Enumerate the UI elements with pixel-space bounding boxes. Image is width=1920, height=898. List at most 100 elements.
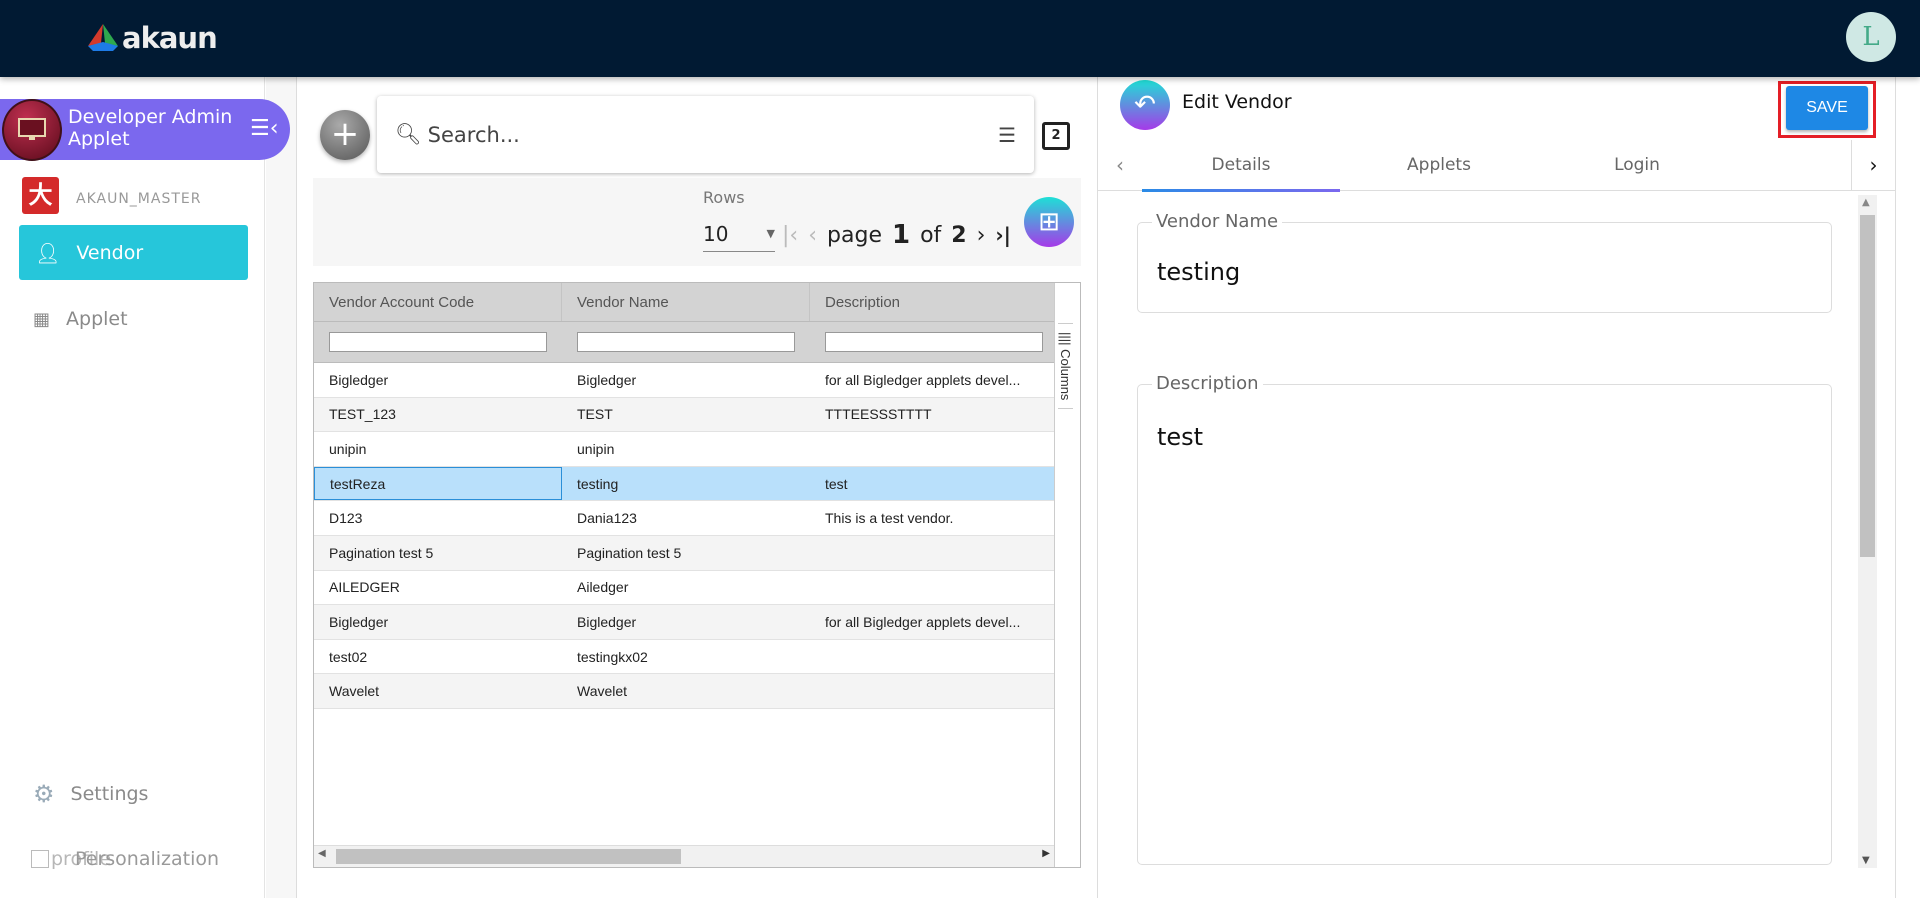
table-cell[interactable]: TTTEESSSTTTT: [810, 398, 1058, 432]
back-button[interactable]: ↶: [1120, 80, 1170, 130]
column-toggle-icon[interactable]: 2: [1042, 122, 1070, 150]
filter-account-code[interactable]: [329, 332, 547, 352]
description-input[interactable]: test: [1157, 423, 1203, 451]
table-cell[interactable]: This is a test vendor.: [810, 501, 1058, 535]
scrollbar-thumb[interactable]: [1860, 215, 1875, 557]
table-cell[interactable]: Bigledger: [314, 605, 562, 639]
vertical-scrollbar[interactable]: ▲ ▼: [1858, 195, 1877, 868]
table-cell[interactable]: Bigledger: [314, 363, 562, 397]
scroll-up-icon[interactable]: ▲: [1862, 197, 1870, 208]
column-header[interactable]: Description: [810, 283, 1058, 321]
grid-view-button[interactable]: ⊞: [1024, 197, 1074, 247]
table-cell[interactable]: Bigledger: [562, 605, 810, 639]
table-cell[interactable]: for all Bigledger applets devel...: [810, 605, 1058, 639]
table-cell[interactable]: TEST: [562, 398, 810, 432]
panel-border: [1895, 77, 1896, 898]
logo-triangle-icon: [88, 24, 118, 51]
table-row[interactable]: Pagination test 5 Pagination test 5: [314, 535, 1080, 571]
org-name: AKAUN_MASTER: [76, 191, 202, 207]
table-row[interactable]: AILEDGER Ailedger: [314, 571, 1080, 606]
vendor-name-field[interactable]: Vendor Name testing: [1137, 211, 1832, 313]
scroll-right-icon[interactable]: ▶: [1042, 848, 1050, 859]
table-cell[interactable]: TEST_123: [314, 398, 562, 432]
table-cell[interactable]: Pagination test 5: [314, 536, 562, 570]
page-navigation: |‹ ‹ page 1 of 2 › ›|: [782, 220, 1011, 250]
monitor-icon: [2, 99, 62, 161]
akaun-logo[interactable]: akaun: [88, 20, 218, 56]
tabs-scroll-left-icon[interactable]: ‹: [1098, 153, 1142, 177]
tabs-scroll-right-icon[interactable]: ›: [1851, 140, 1895, 190]
personalization-link[interactable]: profile Personalization: [31, 848, 219, 870]
table-cell[interactable]: test: [810, 467, 1058, 501]
sidebar-gutter: [266, 77, 297, 898]
table-cell[interactable]: [810, 536, 1058, 570]
table-cell[interactable]: Wavelet: [314, 674, 562, 708]
table-cell[interactable]: [810, 432, 1058, 466]
table-cell[interactable]: test02: [314, 640, 562, 674]
column-header[interactable]: Vendor Name: [562, 283, 810, 321]
column-header[interactable]: Vendor Account Code: [314, 283, 562, 321]
table-cell[interactable]: for all Bigledger applets devel...: [810, 363, 1058, 397]
table-cell[interactable]: [810, 674, 1058, 708]
tab-bar: ‹ Details Applets Login ›: [1098, 140, 1895, 192]
table-cell[interactable]: testReza: [314, 466, 562, 501]
vendor-name-input[interactable]: testing: [1157, 258, 1240, 286]
prev-page-icon[interactable]: ‹: [808, 223, 817, 248]
user-avatar[interactable]: L: [1846, 12, 1896, 62]
table-cell[interactable]: testingkx02: [562, 640, 810, 674]
top-bar: akaun L: [0, 0, 1920, 77]
add-vendor-button[interactable]: +: [320, 110, 370, 160]
table-cell[interactable]: Pagination test 5: [562, 536, 810, 570]
last-page-icon[interactable]: ›|: [995, 223, 1011, 248]
table-cell[interactable]: unipin: [562, 432, 810, 466]
org-logo-icon: 大: [22, 177, 59, 214]
panel-title: Edit Vendor: [1182, 91, 1292, 113]
filter-icon[interactable]: ☰: [998, 123, 1016, 147]
table-row[interactable]: testReza testing test: [314, 466, 1080, 502]
table-row[interactable]: D123 Dania123 This is a test vendor.: [314, 501, 1080, 536]
table-cell[interactable]: [810, 640, 1058, 674]
collapse-menu-icon[interactable]: ☰‹: [250, 116, 279, 141]
table-row[interactable]: TEST_123 TEST TTTEESSSTTTT: [314, 397, 1080, 433]
scroll-left-icon[interactable]: ◀: [318, 848, 326, 859]
filter-vendor-name[interactable]: [577, 332, 795, 352]
search-bar[interactable]: 🔍︎ Search... ☰: [377, 96, 1034, 173]
grid-icon: ▦: [33, 308, 51, 330]
dropdown-arrow-icon: ▼: [766, 227, 775, 240]
sidebar-item-settings[interactable]: ⚙ Settings: [33, 780, 148, 808]
table-cell[interactable]: unipin: [314, 432, 562, 466]
columns-panel-tab[interactable]: |||| Columns: [1054, 283, 1080, 867]
table-cell[interactable]: testing: [562, 467, 810, 501]
table-cell[interactable]: Wavelet: [562, 674, 810, 708]
table-row[interactable]: test02 testingkx02: [314, 640, 1080, 675]
table-row[interactable]: Bigledger Bigledger for all Bigledger appl…: [314, 605, 1080, 640]
table-cell[interactable]: D123: [314, 501, 562, 535]
description-field[interactable]: Description test: [1137, 373, 1832, 865]
scrollbar-thumb[interactable]: [336, 849, 681, 864]
horizontal-scrollbar[interactable]: ◀ ▶: [314, 845, 1054, 867]
person-icon: 👤︎: [35, 240, 61, 265]
table-row[interactable]: Bigledger Bigledger for all Bigledger appl…: [314, 363, 1080, 398]
table-row[interactable]: unipin unipin: [314, 432, 1080, 467]
first-page-icon[interactable]: |‹: [782, 223, 798, 248]
gear-icon: ⚙: [33, 780, 55, 808]
search-input[interactable]: Search...: [428, 123, 998, 147]
tab-login[interactable]: Login: [1538, 140, 1736, 191]
sidebar-item-applet[interactable]: ▦ Applet: [33, 308, 128, 330]
table-cell[interactable]: Ailedger: [562, 571, 810, 605]
next-page-icon[interactable]: ›: [977, 223, 986, 248]
save-button[interactable]: SAVE: [1786, 86, 1868, 130]
rows-per-page-select[interactable]: 10 ▼: [703, 216, 775, 252]
table-body: Bigledger Bigledger for all Bigledger appl…: [314, 363, 1080, 709]
tab-details[interactable]: Details: [1142, 140, 1340, 192]
table-cell[interactable]: AILEDGER: [314, 571, 562, 605]
table-cell[interactable]: Bigledger: [562, 363, 810, 397]
filter-row: [314, 322, 1080, 363]
sidebar-item-vendor[interactable]: 👤︎ Vendor: [19, 225, 248, 280]
filter-description[interactable]: [825, 332, 1043, 352]
table-cell[interactable]: [810, 571, 1058, 605]
tab-applets[interactable]: Applets: [1340, 140, 1538, 191]
table-row[interactable]: Wavelet Wavelet: [314, 674, 1080, 709]
scroll-down-icon[interactable]: ▼: [1862, 855, 1870, 866]
table-cell[interactable]: Dania123: [562, 501, 810, 535]
